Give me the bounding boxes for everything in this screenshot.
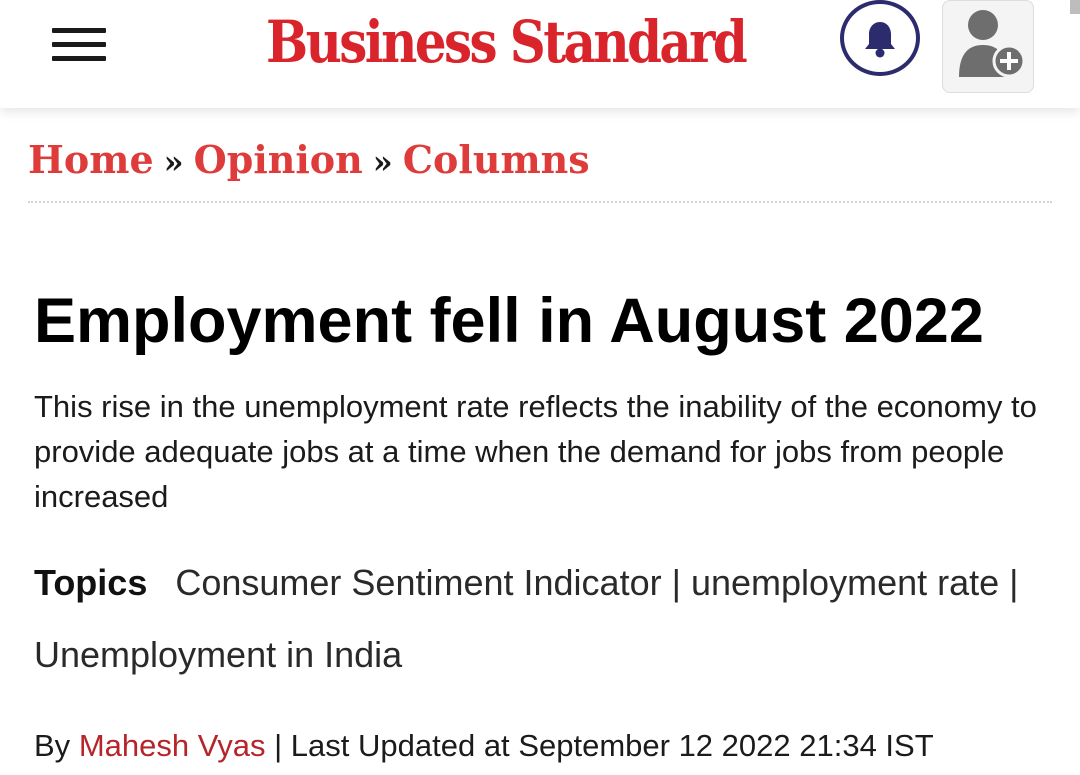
author-link[interactable]: Mahesh Vyas xyxy=(79,728,266,763)
byline-by-label: By xyxy=(34,728,71,763)
article-byline: By Mahesh Vyas | Last Updated at Septemb… xyxy=(34,724,1054,768)
topic-link[interactable]: Unemployment in India xyxy=(34,634,402,675)
topic-separator: | xyxy=(1009,562,1019,603)
article-topics: Topics Consumer Sentiment Indicator | un… xyxy=(34,547,1044,691)
topic-link[interactable]: unemployment rate xyxy=(691,562,999,603)
topic-link[interactable]: Consumer Sentiment Indicator xyxy=(175,562,661,603)
breadcrumb: Home» Opinion» Columns xyxy=(28,134,590,186)
last-updated-label: Last Updated at xyxy=(290,728,510,763)
last-updated-datetime: September 12 2022 21:34 IST xyxy=(518,728,934,763)
menu-bar xyxy=(52,28,106,33)
article-headline: Employment fell in August 2022 xyxy=(34,286,984,356)
topic-separator: | xyxy=(671,562,681,603)
menu-bar xyxy=(52,56,106,61)
topics-label: Topics xyxy=(34,562,148,603)
byline-separator: | xyxy=(274,728,283,763)
breadcrumb-divider xyxy=(28,201,1052,203)
breadcrumb-opinion-link[interactable]: Opinion xyxy=(194,137,363,182)
notification-button[interactable] xyxy=(840,0,920,76)
hamburger-menu-icon[interactable] xyxy=(52,28,106,62)
breadcrumb-home-link[interactable]: Home xyxy=(28,137,154,182)
site-header: Business Standard xyxy=(0,0,1080,108)
scrollbar-thumb[interactable] xyxy=(1070,0,1080,14)
breadcrumb-columns-link[interactable]: Columns xyxy=(403,137,590,182)
add-user-icon xyxy=(959,10,1026,78)
breadcrumb-separator: » xyxy=(372,143,393,181)
bell-icon xyxy=(865,22,895,58)
profile-button[interactable] xyxy=(942,0,1034,93)
menu-bar xyxy=(52,42,106,47)
site-logo[interactable]: Business Standard xyxy=(266,2,748,82)
article-summary: This rise in the unemployment rate refle… xyxy=(34,389,1037,514)
breadcrumb-separator: » xyxy=(163,143,184,181)
